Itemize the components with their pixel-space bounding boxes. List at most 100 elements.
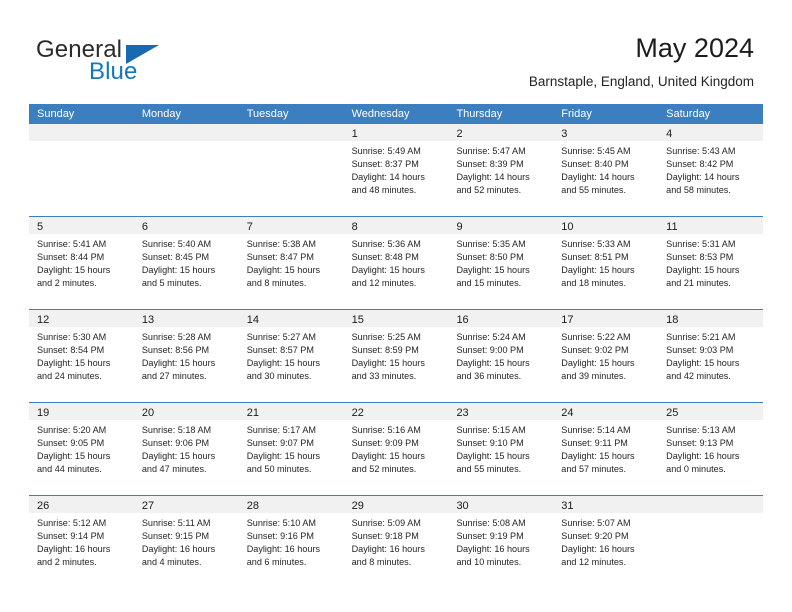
calendar-week-inner: 12 Sunrise: 5:30 AM Sunset: 8:54 PM Dayligh… (29, 310, 764, 402)
daylight-text-line2: and 2 minutes. (37, 557, 97, 568)
day-cell-19[interactable]: 19 Sunrise: 5:20 AM Sunset: 9:05 PM Dayligh… (29, 403, 134, 495)
sunrise-text: Sunrise: 5:10 AM (246, 518, 316, 528)
day-details: Sunrise: 5:41 AM Sunset: 8:44 PM Daylight:… (29, 234, 134, 290)
day-details: Sunrise: 5:30 AM Sunset: 8:54 PM Daylight:… (29, 327, 134, 383)
day-details: Sunrise: 5:09 AM Sunset: 9:18 PM Daylight:… (344, 513, 449, 569)
day-cell-16[interactable]: 16 Sunrise: 5:24 AM Sunset: 9:00 PM Dayligh… (448, 310, 554, 402)
day-cell-31[interactable]: 31 Sunrise: 5:07 AM Sunset: 9:20 PM Dayligh… (553, 496, 659, 588)
day-number-band: 27 (133, 496, 239, 513)
sunrise-text: Sunrise: 5:40 AM (141, 239, 212, 249)
day-cell-7[interactable]: 7 Sunrise: 5:38 AM Sunset: 8:47 PM Daylight… (238, 217, 344, 309)
day-number-band: 19 (29, 403, 134, 420)
day-cell-25[interactable]: 25 Sunrise: 5:13 AM Sunset: 9:13 PM Dayligh… (658, 403, 764, 495)
day-cell-29[interactable]: 29 Sunrise: 5:09 AM Sunset: 9:18 PM Dayligh… (343, 496, 449, 588)
daylight-text-line1: Daylight: 15 hours (456, 265, 530, 276)
day-cell-30[interactable]: 30 Sunrise: 5:08 AM Sunset: 9:19 PM Dayligh… (448, 496, 554, 588)
day-cell-10[interactable]: 10 Sunrise: 5:33 AM Sunset: 8:51 PM Dayligh… (553, 217, 659, 309)
daylight-text-line1: Daylight: 15 hours (37, 358, 111, 369)
daylight-text-line2: and 33 minutes. (351, 371, 417, 382)
sunrise-text: Sunrise: 5:17 AM (246, 425, 316, 435)
day-number-band: 23 (448, 403, 554, 420)
daylight-text-line2: and 24 minutes. (37, 371, 102, 382)
title-block: May 2024 Barnstaple, England, United Kin… (529, 32, 754, 92)
day-cell-24[interactable]: 24 Sunrise: 5:14 AM Sunset: 9:11 PM Dayligh… (553, 403, 659, 495)
daylight-text-line2: and 42 minutes. (666, 371, 731, 382)
day-cell-17[interactable]: 17 Sunrise: 5:22 AM Sunset: 9:02 PM Dayligh… (553, 310, 659, 402)
calendar-week-row: 19 Sunrise: 5:20 AM Sunset: 9:05 PM Dayligh… (29, 402, 764, 495)
general-blue-logo[interactable]: General Blue (36, 38, 256, 90)
daylight-text-line1: Daylight: 15 hours (351, 451, 425, 462)
day-details: Sunrise: 5:27 AM Sunset: 8:57 PM Daylight:… (239, 327, 344, 383)
day-number: 3 (561, 128, 568, 140)
day-number-band: 2 (448, 124, 554, 141)
daylight-text-line2: and 2 minutes. (37, 278, 97, 289)
daylight-text-line1: Daylight: 15 hours (141, 358, 216, 369)
sunrise-text: Sunrise: 5:45 AM (561, 146, 631, 156)
day-cell-21[interactable]: 21 Sunrise: 5:17 AM Sunset: 9:07 PM Dayligh… (238, 403, 344, 495)
day-details: Sunrise: 5:38 AM Sunset: 8:47 PM Daylight:… (239, 234, 344, 290)
day-number-band: 18 (658, 310, 764, 327)
day-cell-11[interactable]: 11 Sunrise: 5:31 AM Sunset: 8:53 PM Dayligh… (658, 217, 764, 309)
day-cell-8[interactable]: 8 Sunrise: 5:36 AM Sunset: 8:48 PM Daylight… (343, 217, 449, 309)
day-cell-27[interactable]: 27 Sunrise: 5:11 AM Sunset: 9:15 PM Dayligh… (133, 496, 239, 588)
day-cell-12[interactable]: 12 Sunrise: 5:30 AM Sunset: 8:54 PM Dayligh… (29, 310, 134, 402)
day-cell-20[interactable]: 20 Sunrise: 5:18 AM Sunset: 9:06 PM Dayligh… (133, 403, 239, 495)
day-cell-28[interactable]: 28 Sunrise: 5:10 AM Sunset: 9:16 PM Dayligh… (238, 496, 344, 588)
sunset-text: Sunset: 8:37 PM (351, 159, 419, 170)
day-number: 1 (351, 128, 358, 140)
daylight-text-line2: and 55 minutes. (456, 464, 522, 475)
dow-monday: Monday (141, 108, 181, 120)
day-cell-26[interactable]: 26 Sunrise: 5:12 AM Sunset: 9:14 PM Dayligh… (29, 496, 134, 588)
day-number: 23 (456, 407, 469, 419)
day-cell-13[interactable]: 13 Sunrise: 5:28 AM Sunset: 8:56 PM Dayligh… (133, 310, 239, 402)
day-number-band (238, 124, 344, 141)
day-number: 16 (456, 314, 469, 326)
day-cell-23[interactable]: 23 Sunrise: 5:15 AM Sunset: 9:10 PM Dayligh… (448, 403, 554, 495)
day-details: Sunrise: 5:11 AM Sunset: 9:15 PM Daylight:… (134, 513, 239, 569)
sunrise-text: Sunrise: 5:20 AM (37, 425, 107, 435)
day-cell-9[interactable]: 9 Sunrise: 5:35 AM Sunset: 8:50 PM Daylight… (448, 217, 554, 309)
day-cell-18[interactable]: 18 Sunrise: 5:21 AM Sunset: 9:03 PM Dayligh… (658, 310, 764, 402)
day-number-band: 17 (553, 310, 659, 327)
daylight-text-line1: Daylight: 15 hours (246, 358, 321, 369)
daylight-text-line1: Daylight: 16 hours (666, 451, 740, 462)
day-cell-15[interactable]: 15 Sunrise: 5:25 AM Sunset: 8:59 PM Dayligh… (343, 310, 449, 402)
day-number: 28 (246, 500, 259, 512)
daylight-text-line2: and 57 minutes. (561, 464, 627, 475)
calendar-week-inner: 26 Sunrise: 5:12 AM Sunset: 9:14 PM Dayligh… (29, 496, 764, 588)
dow-tuesday: Tuesday (246, 108, 289, 120)
daylight-text-line2: and 12 minutes. (561, 557, 627, 568)
day-number-band: 28 (238, 496, 344, 513)
day-cell-4[interactable]: 4 Sunrise: 5:43 AM Sunset: 8:42 PM Daylight… (658, 124, 764, 216)
sunrise-text: Sunrise: 5:15 AM (456, 425, 526, 435)
daylight-text-line2: and 0 minutes. (666, 464, 726, 475)
day-cell-empty (658, 496, 764, 588)
day-number: 20 (141, 407, 155, 419)
day-number: 22 (351, 407, 364, 419)
day-cell-5[interactable]: 5 Sunrise: 5:41 AM Sunset: 8:44 PM Daylight… (29, 217, 134, 309)
day-cell-22[interactable]: 22 Sunrise: 5:16 AM Sunset: 9:09 PM Dayligh… (343, 403, 449, 495)
day-cell-2[interactable]: 2 Sunrise: 5:47 AM Sunset: 8:39 PM Daylight… (448, 124, 554, 216)
day-number: 24 (561, 407, 574, 419)
day-number-band: 13 (133, 310, 239, 327)
day-details: Sunrise: 5:22 AM Sunset: 9:02 PM Daylight:… (553, 327, 658, 383)
daylight-text-line1: Daylight: 16 hours (561, 544, 635, 555)
day-cell-1[interactable]: 1 Sunrise: 5:49 AM Sunset: 8:37 PM Daylight… (343, 124, 449, 216)
daylight-text-line2: and 30 minutes. (246, 371, 312, 382)
sunset-text: Sunset: 9:10 PM (456, 438, 524, 449)
sunrise-text: Sunrise: 5:21 AM (666, 332, 736, 342)
sunrise-text: Sunrise: 5:38 AM (246, 239, 316, 249)
daylight-text-line2: and 52 minutes. (351, 464, 417, 475)
sunset-text: Sunset: 9:14 PM (37, 531, 105, 542)
day-cell-empty (29, 124, 134, 216)
day-cell-14[interactable]: 14 Sunrise: 5:27 AM Sunset: 8:57 PM Dayligh… (238, 310, 344, 402)
day-number-band: 5 (29, 217, 134, 234)
daylight-text-line2: and 12 minutes. (351, 278, 417, 289)
day-number: 6 (141, 221, 148, 233)
day-cell-6[interactable]: 6 Sunrise: 5:40 AM Sunset: 8:45 PM Daylight… (133, 217, 239, 309)
daylight-text-line2: and 18 minutes. (561, 278, 627, 289)
day-number-band: 16 (448, 310, 554, 327)
day-cell-3[interactable]: 3 Sunrise: 5:45 AM Sunset: 8:40 PM Daylight… (553, 124, 659, 216)
daylight-text-line2: and 10 minutes. (456, 557, 522, 568)
daylight-text-line1: Daylight: 14 hours (561, 172, 635, 183)
